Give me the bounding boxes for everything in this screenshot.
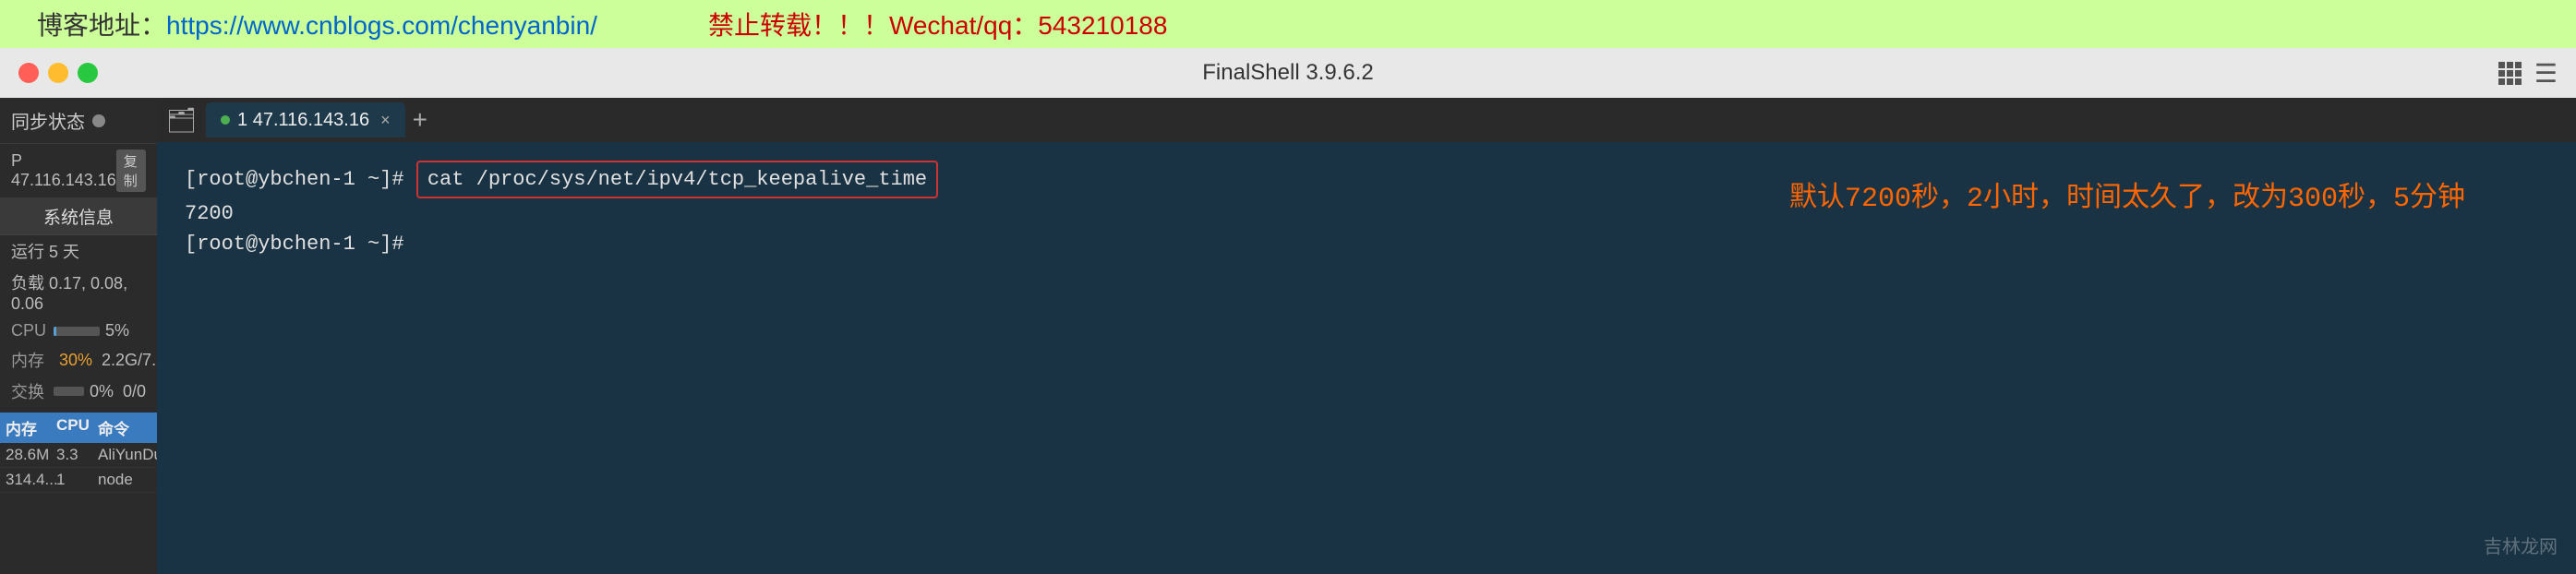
- tab-status-dot: [221, 115, 230, 125]
- banner-right: 禁止转载！！！Wechat/qq：543210188: [708, 6, 1168, 42]
- sidebar-ip-row: P 47.116.143.16 复制: [0, 144, 157, 198]
- terminal-comment: 默认7200秒，2小时，时间太久了，改为300秒，5分钟: [1789, 179, 2465, 221]
- folder-icon[interactable]: 🗂: [166, 106, 197, 135]
- main-layout: 同步状态 P 47.116.143.16 复制 系统信息 运行 5 天 负载 0…: [0, 98, 2576, 574]
- row1-mem: 28.6M: [6, 446, 56, 464]
- col-cpu: CPU: [56, 416, 98, 439]
- copy-button[interactable]: 复制: [116, 149, 146, 192]
- maximize-button[interactable]: [78, 63, 98, 83]
- sidebar-sync: 同步状态: [0, 98, 157, 144]
- row2-mem: 314.4...: [6, 471, 56, 489]
- watermark: 吉林龙网: [2484, 535, 2558, 563]
- process-table: 内存 CPU 命令 28.6M 3.3 AliYunDur 314.4... 1…: [0, 413, 157, 574]
- mem-label: 内存: [11, 348, 48, 372]
- sidebar-ip-text: P 47.116.143.16: [11, 151, 116, 190]
- cpu-stat: CPU 5%: [0, 317, 157, 344]
- swap-progress-bar: [54, 387, 84, 396]
- swap-stat: 交换 0% 0/0: [0, 376, 157, 407]
- swap-value: 0/0: [123, 382, 146, 401]
- uptime-text: 运行 5 天: [11, 239, 79, 263]
- load-text: 负载 0.17, 0.08, 0.06: [11, 270, 146, 314]
- swap-label: 交换: [11, 379, 48, 403]
- banner-left: 博客地址：https://www.cnblogs.com/chenyanbin/: [37, 6, 597, 42]
- window-controls: [18, 63, 98, 83]
- sync-label: 同步状态: [11, 107, 85, 134]
- close-button[interactable]: [18, 63, 39, 83]
- sysinfo-label: 系统信息: [0, 198, 157, 235]
- process-table-header: 内存 CPU 命令: [0, 413, 157, 443]
- cpu-label: CPU: [11, 321, 48, 341]
- title-bar-right: ☰: [2498, 58, 2558, 89]
- title-bar: FinalShell 3.9.6.2 ☰: [0, 48, 2576, 98]
- tab-label: 1 47.116.143.16: [237, 110, 369, 131]
- col-cmd: 命令: [98, 416, 151, 439]
- row2-cmd: node: [98, 471, 151, 489]
- terminal-prompt1: [root@ybchen-1 ~]#: [185, 164, 416, 195]
- tab-close-button[interactable]: ×: [380, 111, 391, 130]
- row2-cpu: 1: [56, 471, 98, 489]
- row1-cpu: 3.3: [56, 446, 98, 464]
- uptime-stat: 运行 5 天: [0, 235, 157, 267]
- tab-add-button[interactable]: +: [413, 105, 427, 135]
- sidebar: 同步状态 P 47.116.143.16 复制 系统信息 运行 5 天 负载 0…: [0, 98, 157, 574]
- content-area: 🗂 1 47.116.143.16 × + [root@ybchen-1 ~]#…: [157, 98, 2576, 574]
- cpu-progress-fill: [54, 327, 56, 336]
- terminal[interactable]: [root@ybchen-1 ~]# cat /proc/sys/net/ipv…: [157, 142, 2576, 574]
- mem-pct: 30%: [59, 351, 92, 370]
- menu-icon[interactable]: ☰: [2534, 58, 2558, 89]
- tab-bar: 🗂 1 47.116.143.16 × +: [157, 98, 2576, 142]
- table-row: 28.6M 3.3 AliYunDur: [0, 443, 157, 468]
- tab-item-1[interactable]: 1 47.116.143.16 ×: [206, 102, 405, 138]
- table-row: 314.4... 1 node: [0, 468, 157, 493]
- col-mem: 内存: [6, 416, 56, 439]
- minimize-button[interactable]: [48, 63, 68, 83]
- terminal-prompt2: [root@ybchen-1 ~]#: [185, 229, 2548, 259]
- banner-url: https://www.cnblogs.com/chenyanbin/: [166, 11, 597, 40]
- grid-icon[interactable]: [2498, 62, 2522, 85]
- sync-status-dot: [92, 114, 105, 127]
- mem-stat: 内存 30% 2.2G/7.3G: [0, 344, 157, 376]
- terminal-command: cat /proc/sys/net/ipv4/tcp_keepalive_tim…: [416, 161, 938, 198]
- cpu-progress-bar: [54, 327, 100, 336]
- swap-pct: 0%: [90, 382, 114, 401]
- app-title: FinalShell 3.9.6.2: [1202, 60, 1373, 86]
- top-banner: 博客地址：https://www.cnblogs.com/chenyanbin/…: [0, 0, 2576, 48]
- load-stat: 负载 0.17, 0.08, 0.06: [0, 267, 157, 317]
- cpu-value: 5%: [105, 321, 129, 341]
